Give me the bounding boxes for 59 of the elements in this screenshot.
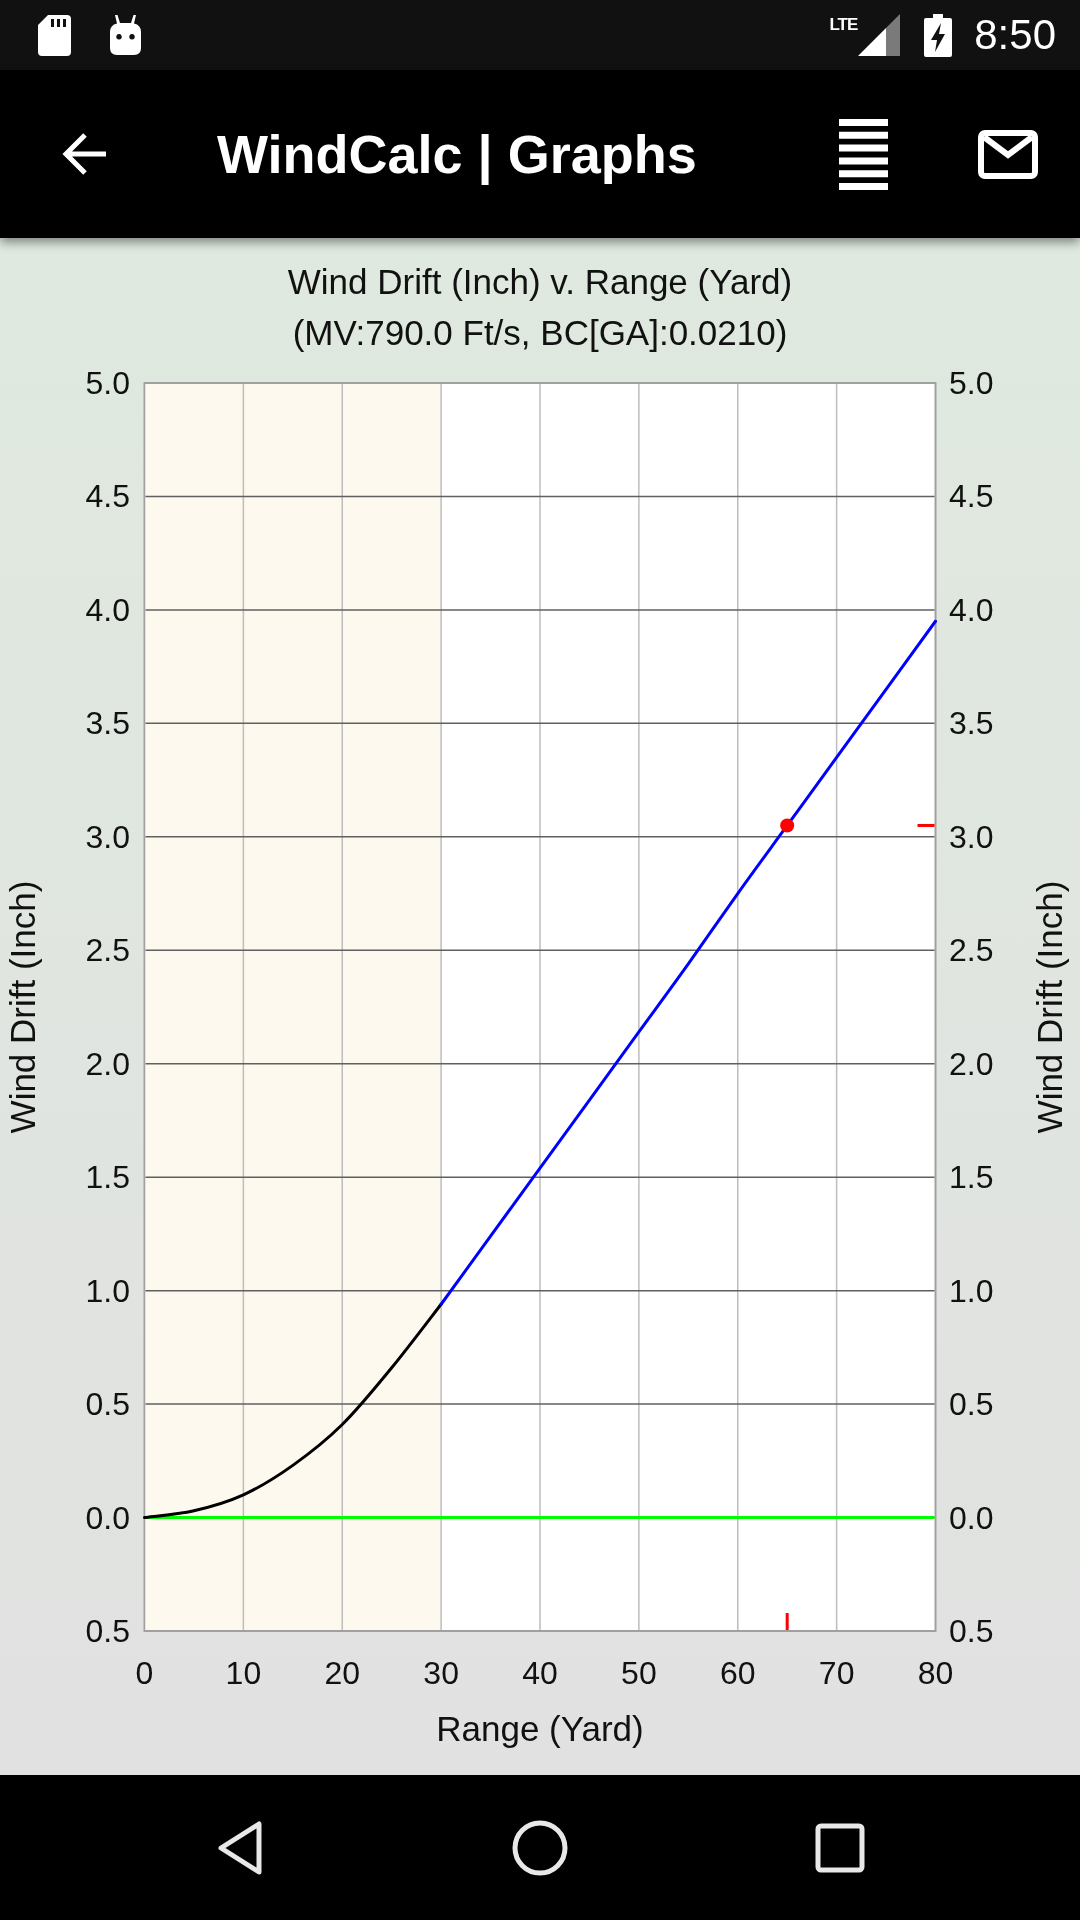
y-tick-label: 0.5 xyxy=(949,1386,994,1423)
signal-icon xyxy=(858,14,901,56)
y-tick-label: 2.0 xyxy=(949,1045,994,1082)
x-tick-label: 20 xyxy=(324,1655,361,1691)
y-tick-label: 3.0 xyxy=(85,818,130,855)
y-tick-label: 0.5 xyxy=(85,1386,130,1423)
y-tick-label: 4.5 xyxy=(85,478,130,515)
chart-subtitle: (MV:790.0 Ft/s, BC[GA]:0.0210) xyxy=(292,312,788,354)
back-arrow-icon xyxy=(60,131,108,177)
mail-icon xyxy=(978,129,1038,179)
circle-icon xyxy=(512,1819,568,1876)
x-tick-label: 40 xyxy=(522,1655,558,1691)
y-tick-label: 1.0 xyxy=(949,1272,994,1309)
x-tick-label: 0 xyxy=(135,1655,154,1691)
triangle-icon xyxy=(217,1819,263,1876)
y-tick-label: 1.0 xyxy=(85,1272,130,1309)
x-tick-label: 30 xyxy=(423,1655,459,1691)
y-tick-label: 1.5 xyxy=(949,1159,994,1196)
y-axis-label: Wind Drift (Inch) xyxy=(1029,880,1069,1134)
nav-back-button[interactable] xyxy=(217,1819,263,1876)
clock-time: 8:50 xyxy=(974,10,1056,60)
x-tick-label: 10 xyxy=(225,1655,262,1691)
y-tick-label: 2.5 xyxy=(949,932,994,969)
network-type: LTE xyxy=(829,15,858,35)
x-tick-label: 60 xyxy=(719,1655,756,1691)
square-icon xyxy=(815,1822,865,1873)
x-axis-label: Range (Yard) xyxy=(436,1708,644,1748)
y-tick-label: 5.0 xyxy=(85,365,130,401)
y-tick-label: 0.5 xyxy=(949,1613,994,1649)
sd-card-icon xyxy=(38,14,71,56)
y-tick-label: 5.0 xyxy=(949,365,994,401)
mail-button[interactable] xyxy=(978,129,1038,179)
y-tick-label: 3.5 xyxy=(949,705,994,742)
y-tick-label: 4.5 xyxy=(949,478,994,515)
y-tick-label: 0.0 xyxy=(949,1499,994,1536)
y-tick-label: 4.0 xyxy=(85,591,130,628)
recents-button[interactable] xyxy=(815,1822,865,1873)
lines-icon xyxy=(839,118,888,190)
menu-button[interactable] xyxy=(839,118,888,190)
y-tick-label: 2.5 xyxy=(85,932,130,969)
y-tick-label: 2.0 xyxy=(85,1045,130,1082)
marker-tick xyxy=(917,823,935,827)
y-tick-label: 3.0 xyxy=(949,818,994,855)
battery-charging-icon xyxy=(924,13,953,57)
y-tick-label: 0.5 xyxy=(85,1613,130,1649)
x-tick-label: 50 xyxy=(621,1655,657,1691)
y-tick-label: 3.5 xyxy=(85,705,130,742)
y-tick-label: 1.5 xyxy=(85,1159,130,1196)
x-tick-label: 70 xyxy=(818,1655,855,1691)
robot-icon xyxy=(108,15,143,55)
y-tick-label: 0.0 xyxy=(85,1499,130,1536)
chart-title: Wind Drift (Inch) v. Range (Yard) xyxy=(287,261,793,303)
x-tick-label: 80 xyxy=(917,1655,954,1691)
y-tick-label: 4.0 xyxy=(949,591,994,628)
back-button[interactable] xyxy=(60,131,108,177)
home-button[interactable] xyxy=(512,1819,568,1876)
screen-title: WindCalc | Graphs xyxy=(217,123,697,186)
y-axis-label: Wind Drift (Inch) xyxy=(2,880,42,1134)
marker-tick xyxy=(785,1613,789,1630)
